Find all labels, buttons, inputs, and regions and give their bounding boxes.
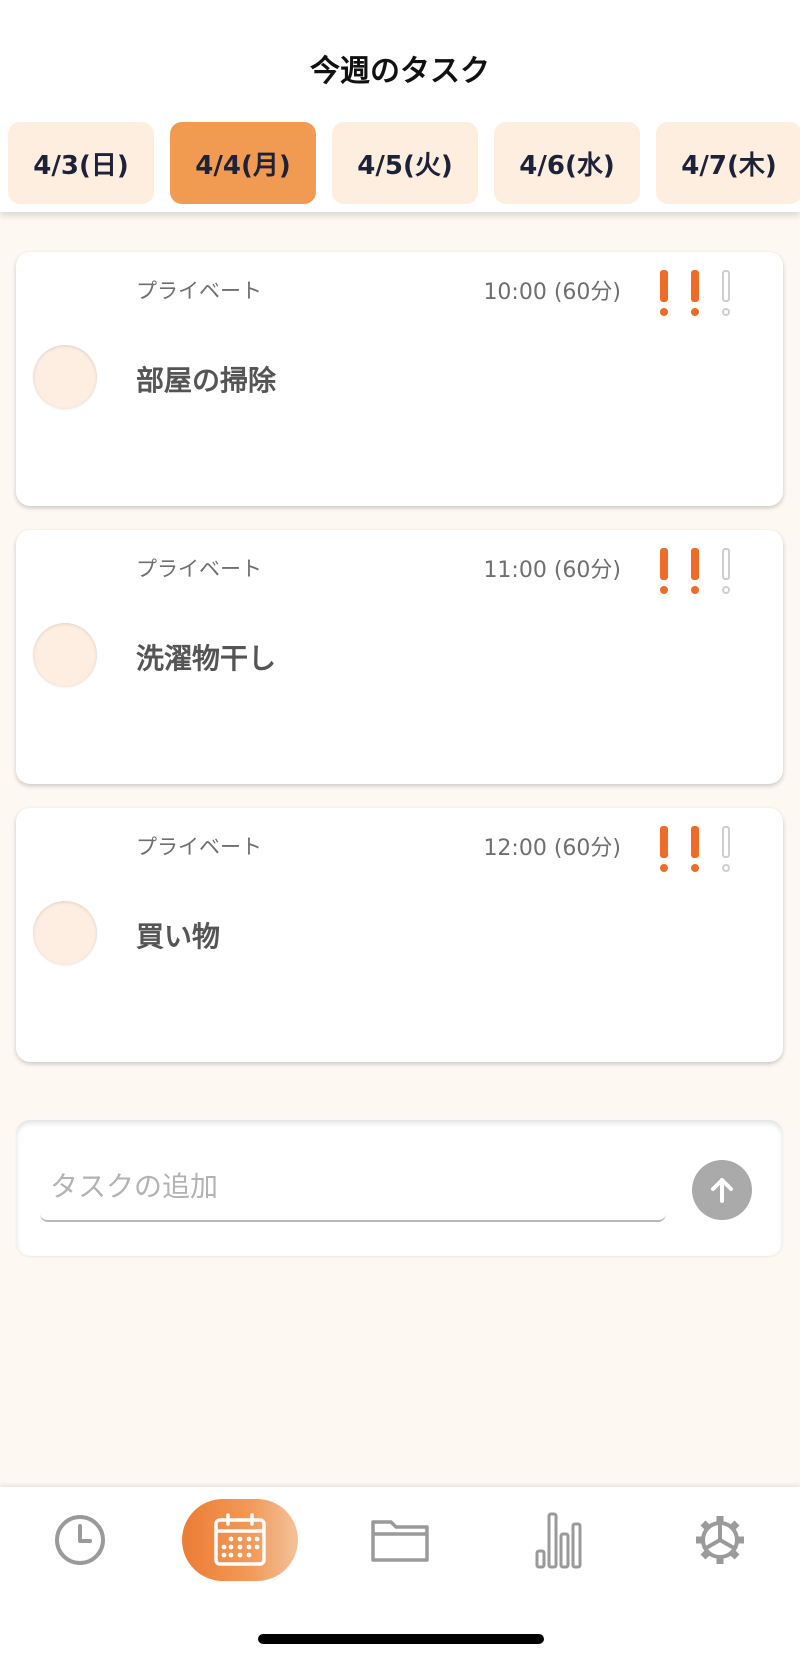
task-time: 12:00 (60分) [483,836,621,861]
task-complete-checkbox[interactable] [33,345,97,409]
header: 今週のタスク 4/3(日) 4/4(月) 4/5(火) 4/6(水) 4/7(木… [0,0,800,212]
priority-indicator[interactable] [656,546,752,602]
task-time: 10:00 (60分) [483,280,621,305]
nav-settings[interactable] [662,1499,778,1581]
add-task-input[interactable] [40,1152,666,1222]
date-tab-1[interactable]: 4/4(月) [170,122,316,204]
task-time: 11:00 (60分) [483,558,621,583]
task-complete-checkbox[interactable] [33,901,97,965]
task-name: 買い物 [136,920,221,953]
bottom-nav [0,1487,800,1661]
task-card[interactable]: プライベート 11:00 (60分) 洗濯物干し [16,530,783,784]
priority-exclamation-icon [656,546,672,598]
calendar-icon [211,1511,269,1569]
add-task-panel [16,1120,783,1256]
date-tab-0[interactable]: 4/3(日) [8,122,154,204]
task-category: プライベート [136,835,262,859]
nav-folder[interactable] [342,1499,458,1581]
priority-exclamation-icon [718,546,734,598]
priority-indicator[interactable] [656,824,752,880]
task-category: プライベート [136,279,262,303]
nav-calendar[interactable] [182,1499,298,1581]
nav-history[interactable] [22,1499,138,1581]
date-tab-3[interactable]: 4/6(水) [494,122,640,204]
task-category: プライベート [136,557,262,581]
priority-indicator[interactable] [656,268,752,324]
gear-icon [692,1512,748,1568]
priority-exclamation-icon [656,824,672,876]
home-indicator [258,1634,544,1644]
priority-exclamation-icon [687,546,703,598]
priority-exclamation-icon [718,268,734,320]
task-complete-checkbox[interactable] [33,623,97,687]
folder-icon [369,1514,431,1566]
priority-exclamation-icon [656,268,672,320]
send-button[interactable] [692,1160,752,1220]
priority-exclamation-icon [687,268,703,320]
task-card[interactable]: プライベート 10:00 (60分) 部屋の掃除 [16,252,783,506]
clock-icon [52,1512,108,1568]
app-screen: 今週のタスク 4/3(日) 4/4(月) 4/5(火) 4/6(水) 4/7(木… [0,0,800,1661]
nav-stats[interactable] [502,1499,618,1581]
task-card[interactable]: プライベート 12:00 (60分) 買い物 [16,808,783,1062]
page-title: 今週のタスク [310,54,490,89]
date-tab-4[interactable]: 4/7(木) [656,122,800,204]
task-name: 洗濯物干し [136,642,277,675]
date-tab-2[interactable]: 4/5(火) [332,122,478,204]
task-name: 部屋の掃除 [136,364,277,397]
bar-chart-icon [532,1510,588,1570]
date-tabs: 4/3(日) 4/4(月) 4/5(火) 4/6(水) 4/7(木) [0,122,800,204]
priority-exclamation-icon [718,824,734,876]
priority-exclamation-icon [687,824,703,876]
arrow-up-icon [706,1174,738,1206]
